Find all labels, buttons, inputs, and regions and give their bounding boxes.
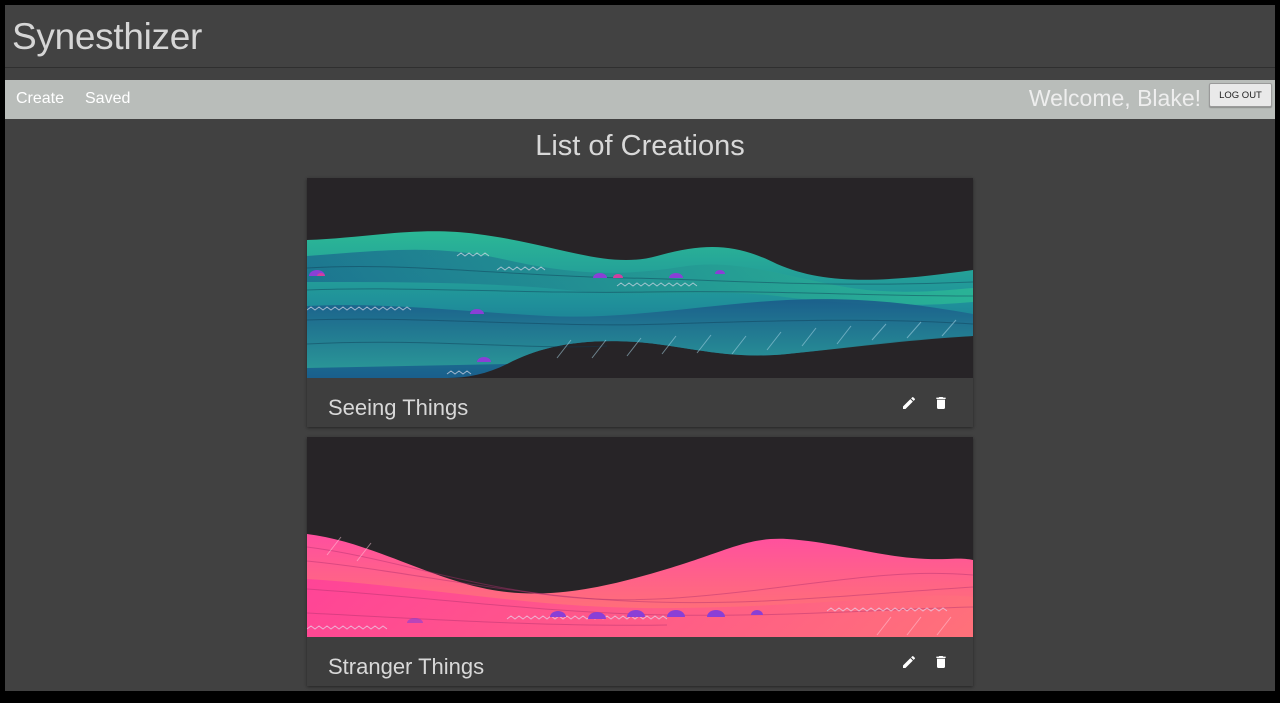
creation-artwork[interactable]	[307, 437, 973, 637]
creation-card-footer: Stranger Things	[307, 637, 973, 686]
app-window: Synesthizer Create Saved Welcome, Blake!…	[5, 5, 1275, 691]
creation-title: Seeing Things	[328, 395, 469, 420]
logout-button[interactable]: LOG OUT	[1209, 83, 1272, 107]
creation-card: Stranger Things	[307, 437, 973, 686]
nav-create-link[interactable]: Create	[16, 90, 64, 108]
creation-card: Seeing Things	[307, 178, 973, 427]
pencil-icon[interactable]	[901, 654, 917, 670]
nav-saved-link[interactable]: Saved	[85, 90, 130, 108]
pencil-icon[interactable]	[901, 395, 917, 411]
creation-artwork[interactable]	[307, 178, 973, 378]
navbar: Create Saved Welcome, Blake! LOG OUT	[5, 80, 1275, 119]
creation-card-footer: Seeing Things	[307, 378, 973, 427]
welcome-message: Welcome, Blake!	[1028, 85, 1201, 111]
trash-icon[interactable]	[933, 654, 949, 670]
trash-icon[interactable]	[933, 395, 949, 411]
creation-title: Stranger Things	[328, 654, 485, 679]
app-title: Synesthizer	[12, 16, 203, 57]
app-header: Synesthizer	[5, 5, 1275, 68]
page-title: List of Creations	[535, 130, 745, 162]
